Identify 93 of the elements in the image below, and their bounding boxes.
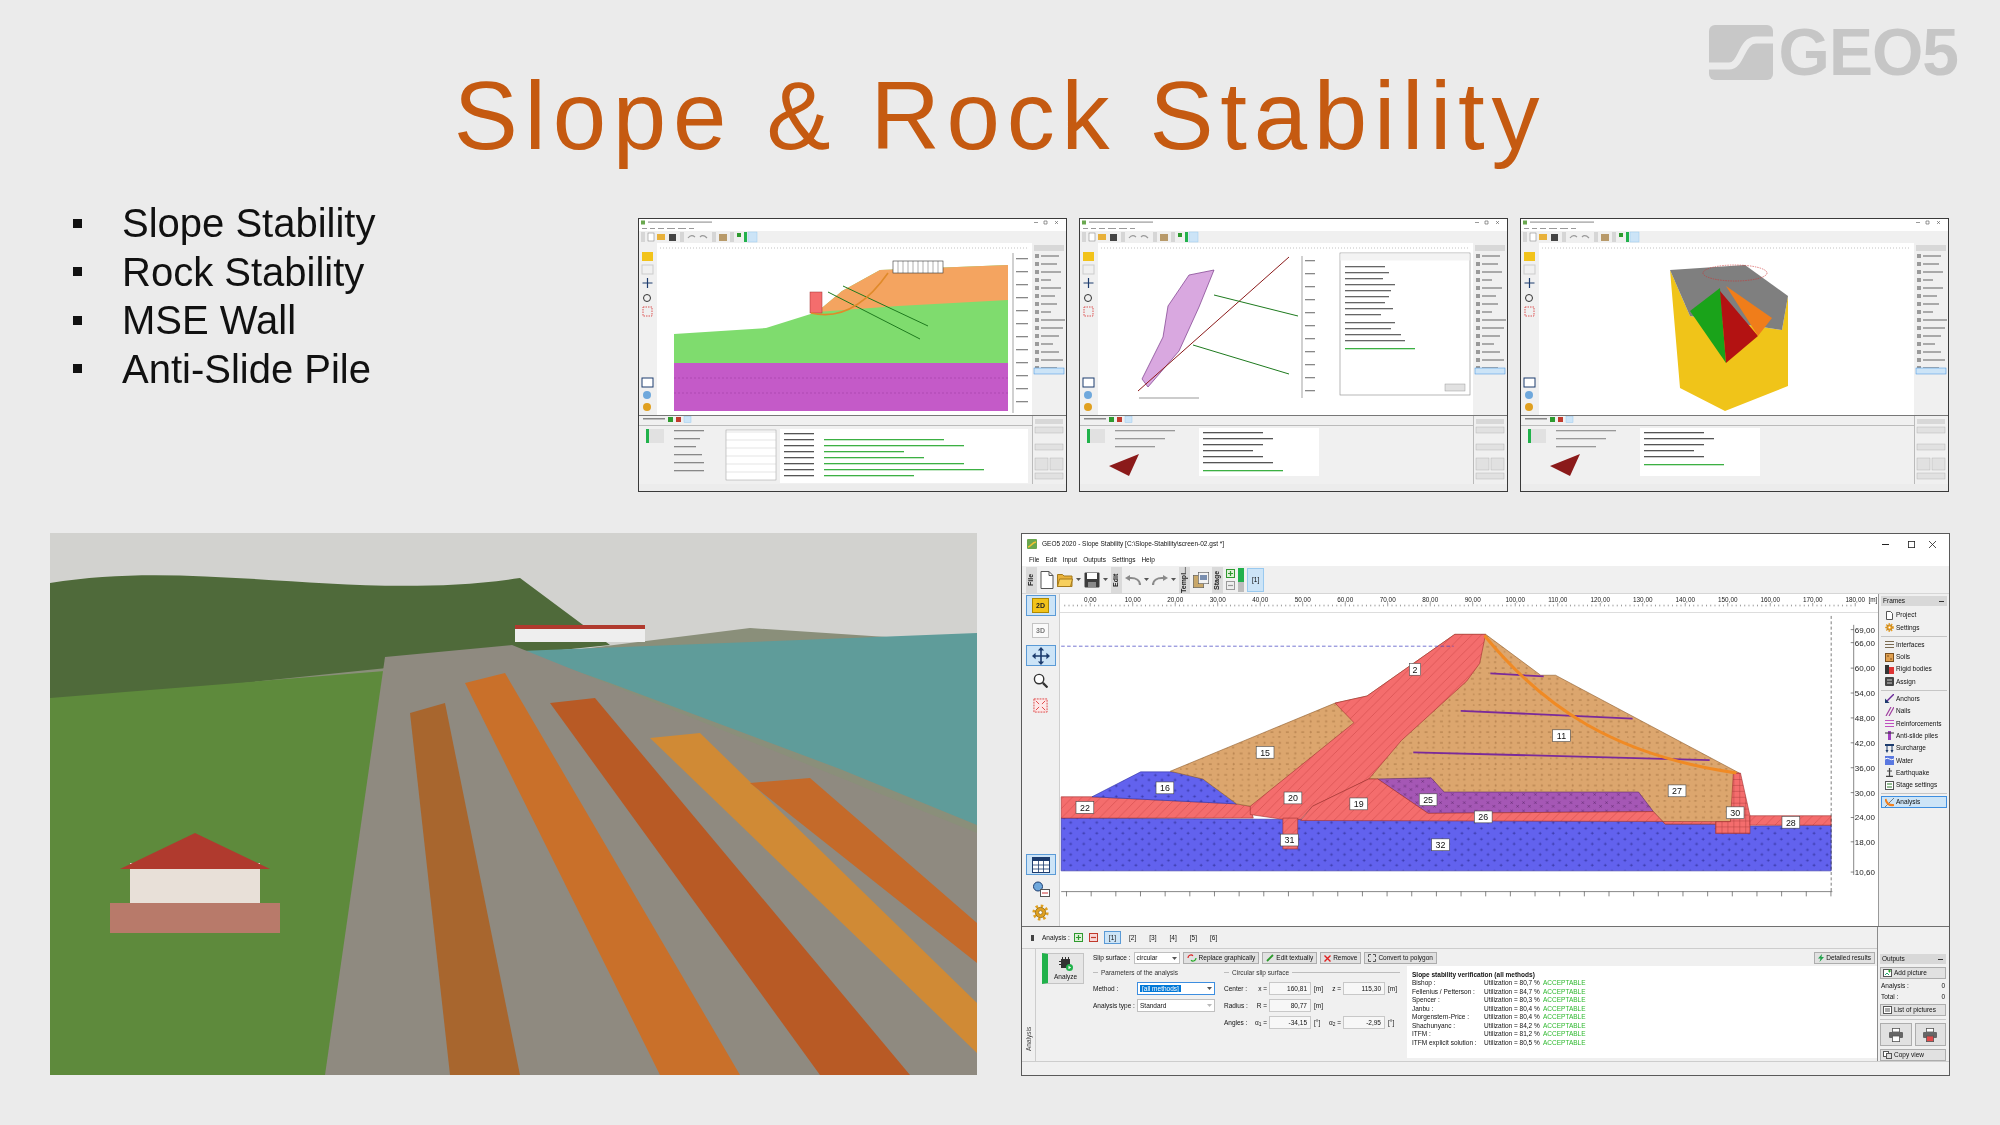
mast-icon <box>1885 768 1894 778</box>
add-icon[interactable] <box>1226 569 1235 578</box>
remove-icon[interactable] <box>1088 933 1098 942</box>
region-number-label: 26 <box>1474 810 1493 824</box>
chip-play-icon <box>1058 956 1073 971</box>
dashed-frame-icon <box>1033 698 1048 713</box>
region-number-label: 27 <box>1667 784 1687 798</box>
corner-brackets-icon <box>1368 954 1377 962</box>
region-number-label: 15 <box>1255 746 1275 759</box>
bullet-text: Rock Stability <box>122 249 365 294</box>
checklist-icon <box>1885 780 1894 790</box>
axis-label: 10,60 <box>1854 868 1875 877</box>
print-button[interactable] <box>1880 1023 1912 1046</box>
caret-icon <box>1207 987 1212 990</box>
square-bullet-icon <box>73 315 82 325</box>
curve-tile-icon <box>1708 24 1773 80</box>
redo-arrow-icon[interactable] <box>1152 574 1168 585</box>
dropdown-caret-icon[interactable] <box>1144 578 1149 581</box>
gear-icon <box>1032 904 1049 921</box>
add-icon[interactable] <box>1073 933 1083 942</box>
document-stack-icon[interactable] <box>1193 571 1209 588</box>
vertical-post-icon <box>1885 731 1894 741</box>
axis-label: 36,00 <box>1854 763 1875 773</box>
region-number-label: 32 <box>1431 838 1450 851</box>
grip-icon <box>1031 934 1034 941</box>
square-bullet-icon <box>73 267 82 277</box>
copy-icon <box>1883 1051 1892 1059</box>
cross-icon <box>1324 954 1332 962</box>
picture-list-icon <box>1883 1006 1892 1014</box>
document-icon <box>1885 610 1894 620</box>
region-number-label: 30 <box>1725 806 1745 819</box>
square-bullet-icon <box>73 364 82 374</box>
region-number-label: 16 <box>1155 781 1175 795</box>
lightning-icon <box>1818 954 1825 962</box>
dropdown-caret-icon[interactable] <box>1103 578 1108 581</box>
caret-icon <box>1171 956 1177 960</box>
axis-label: 66,00 <box>1854 638 1875 648</box>
layers-icon <box>1885 640 1894 650</box>
caret-icon <box>1207 1004 1212 1007</box>
pencil-icon <box>1266 954 1275 962</box>
interface-line <box>1489 672 1545 678</box>
print-button[interactable] <box>1914 1023 1946 1046</box>
printer-icon <box>1888 1027 1903 1042</box>
printer-icon <box>1923 1027 1938 1042</box>
circular-arrows-icon <box>1186 954 1197 962</box>
region-number-label: 28 <box>1781 816 1801 829</box>
vertical-bar-icon <box>1238 567 1244 592</box>
region-number-label: 11 <box>1552 729 1571 742</box>
axis-label: 48,00 <box>1854 713 1875 723</box>
square-bullet-icon <box>73 218 82 228</box>
slanted-lines-icon <box>1885 706 1894 716</box>
gear-icon <box>1885 622 1894 632</box>
diagonal-arrow-icon <box>1885 694 1894 704</box>
region-number-label: 22 <box>1075 801 1095 814</box>
region-number-label: 20 <box>1283 791 1303 805</box>
dropdown-caret-icon[interactable] <box>1076 578 1081 581</box>
dropdown-caret-icon[interactable] <box>1171 578 1176 581</box>
table-icon <box>1031 856 1050 873</box>
pan-button[interactable] <box>1025 645 1056 666</box>
axis-label: 69,00 <box>1854 625 1875 635</box>
curve-tile-icon <box>1027 539 1037 549</box>
picture-plus-icon <box>1883 969 1892 977</box>
folder-icon[interactable] <box>1057 572 1073 587</box>
region-number-label: 31 <box>1280 833 1299 847</box>
bullet-text: Anti-Slide Pile <box>122 346 371 391</box>
axis-label: 24,00 <box>1854 813 1875 823</box>
four-arrows-icon <box>1031 646 1050 665</box>
soil-swatch-icon <box>1885 652 1894 662</box>
axis-label: 60,00 <box>1854 664 1875 674</box>
down-arrows-icon <box>1885 743 1894 753</box>
region-number-label: 25 <box>1418 793 1438 806</box>
shapes-icon <box>1031 880 1050 897</box>
close-icon[interactable] <box>1929 540 1936 548</box>
axis-label: 30,00 <box>1854 788 1875 798</box>
minimize-icon[interactable] <box>1882 543 1889 545</box>
block-icon <box>1885 664 1894 674</box>
magnifier-icon <box>1033 673 1048 688</box>
water-icon <box>1885 755 1894 765</box>
axis-label: 18,00 <box>1854 837 1875 847</box>
slide-title: Slope & Rock Stability <box>453 61 1547 171</box>
region-number-label: 2 <box>1409 663 1421 676</box>
axis-label: 54,00 <box>1854 689 1875 698</box>
table-button[interactable] <box>1025 854 1056 875</box>
tile-icon <box>1885 677 1894 687</box>
horizontal-lines-icon <box>1885 719 1894 728</box>
region-number-label: 19 <box>1349 797 1368 811</box>
axis-label: 42,00 <box>1854 738 1875 748</box>
bullet-text: Slope Stability <box>122 201 376 246</box>
bullet-text: MSE Wall <box>122 298 297 343</box>
new-document-icon[interactable] <box>1040 570 1054 589</box>
undo-arrow-icon[interactable] <box>1125 574 1141 585</box>
maximize-icon[interactable] <box>1908 540 1915 548</box>
curve-icon <box>1885 797 1894 807</box>
